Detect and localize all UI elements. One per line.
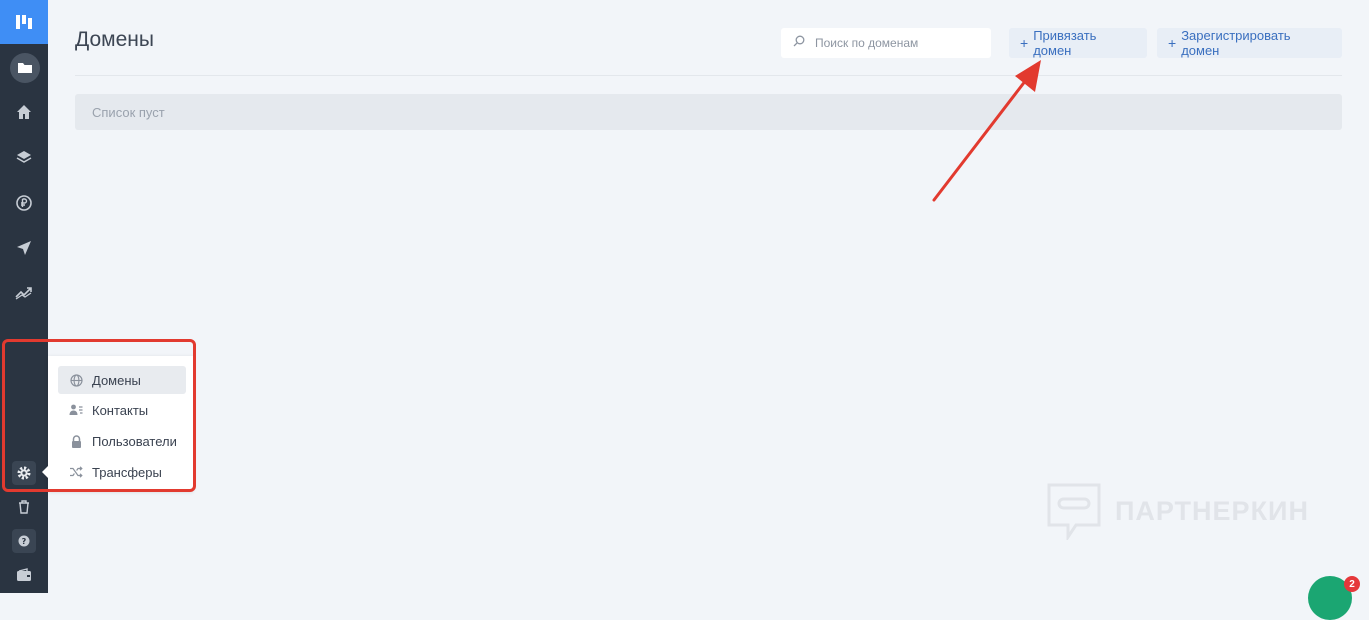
svg-text:?: ? bbox=[22, 537, 27, 546]
brand-logo-icon[interactable] bbox=[0, 0, 48, 44]
page-title: Домены bbox=[75, 28, 154, 51]
header-divider bbox=[75, 75, 1342, 76]
search-input[interactable] bbox=[813, 35, 987, 51]
watermark-logo-icon bbox=[1047, 483, 1101, 540]
search-icon bbox=[793, 34, 805, 52]
watermark-text: ПАРТНЕРКИН bbox=[1115, 495, 1309, 526]
plus-icon: + bbox=[1168, 35, 1177, 51]
sidebar: ? bbox=[0, 0, 48, 593]
register-domain-button[interactable]: + Зарегистрировать домен bbox=[1157, 28, 1342, 58]
empty-list-message: Список пуст bbox=[75, 94, 1342, 130]
empty-list-text: Список пуст bbox=[92, 104, 165, 120]
search-box[interactable] bbox=[781, 28, 991, 58]
annotation-highlight-box bbox=[2, 339, 196, 492]
help-icon[interactable]: ? bbox=[12, 529, 36, 553]
home-icon[interactable] bbox=[12, 100, 36, 124]
watermark: ПАРТНЕРКИН bbox=[1046, 482, 1309, 540]
plus-icon: + bbox=[1020, 35, 1029, 51]
trash-icon[interactable] bbox=[12, 495, 36, 519]
bind-domain-label: Привязать домен bbox=[1033, 28, 1097, 58]
folder-icon[interactable] bbox=[10, 53, 40, 83]
currency-icon[interactable] bbox=[12, 191, 36, 215]
layers-icon[interactable] bbox=[12, 145, 36, 169]
send-icon[interactable] bbox=[12, 236, 36, 260]
register-domain-label: Зарегистрировать домен bbox=[1181, 28, 1291, 58]
trend-icon[interactable] bbox=[12, 281, 36, 305]
wallet-icon[interactable] bbox=[12, 563, 36, 587]
chat-badge: 2 bbox=[1344, 576, 1360, 592]
bind-domain-button[interactable]: + Привязать домен bbox=[1009, 28, 1147, 58]
